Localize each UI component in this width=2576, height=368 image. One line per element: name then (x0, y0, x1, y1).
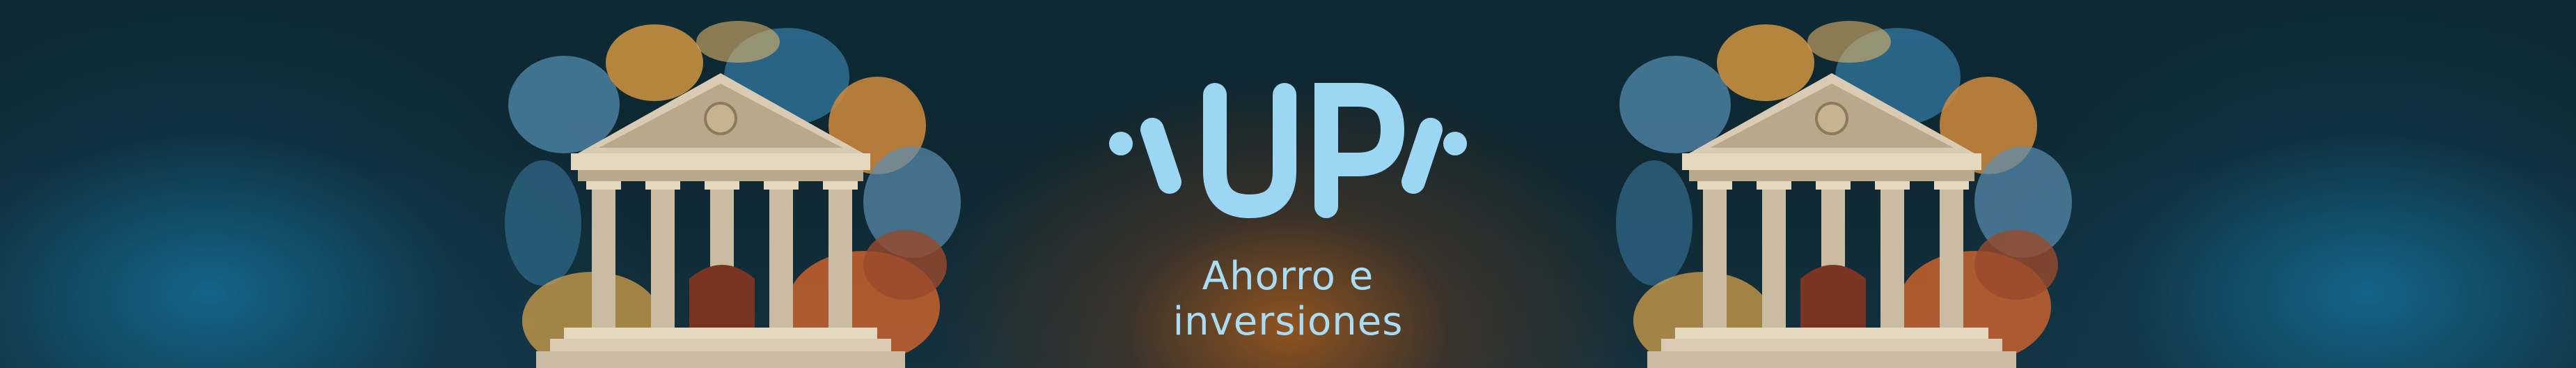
bank-building-icon (505, 21, 961, 368)
tagline: Ahorro e inversiones (1172, 254, 1404, 344)
bank-building-icon (1616, 21, 2072, 368)
up-logo (1109, 83, 1467, 219)
brand-block: Ahorro e inversiones (1100, 67, 1476, 344)
